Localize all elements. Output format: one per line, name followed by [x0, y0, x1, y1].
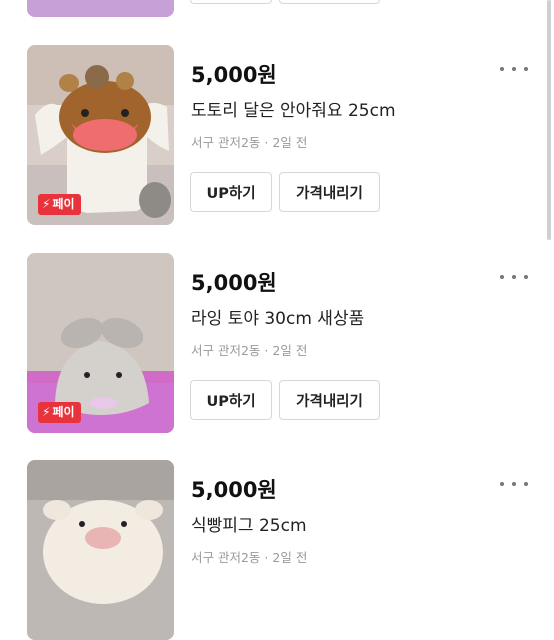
- lightning-bolt-icon: ⚡: [42, 405, 51, 419]
- listing-price: 5,000원: [191, 271, 277, 295]
- meta-separator: ·: [264, 135, 269, 150]
- listing-list: ⚡ 페이 5,000원 도토리 달은 안아줘요 25cm 서구 관저2동 · 2…: [0, 0, 554, 640]
- scrollbar[interactable]: [547, 0, 551, 240]
- meta-separator: ·: [264, 343, 269, 358]
- listing-title[interactable]: 식빵피그 25cm: [191, 511, 307, 536]
- listing-location: 서구 관저2동: [191, 343, 261, 358]
- listing-price: 5,000원: [191, 478, 277, 502]
- price-down-button[interactable]: 가격내리기: [279, 380, 380, 420]
- pay-badge-label: 페이: [52, 405, 75, 419]
- listing-meta: 서구 관저2동 · 2일 전: [191, 132, 307, 151]
- listing-location: 서구 관저2동: [191, 550, 261, 565]
- up-button[interactable]: [190, 0, 272, 4]
- up-button[interactable]: UP하기: [190, 172, 272, 212]
- price-down-button[interactable]: [279, 0, 380, 4]
- more-options-icon[interactable]: [500, 267, 528, 287]
- listing-thumbnail[interactable]: [27, 460, 174, 640]
- more-options-icon[interactable]: [500, 59, 528, 79]
- listing-thumbnail[interactable]: ⚡ 페이: [27, 253, 174, 433]
- price-down-button[interactable]: 가격내리기: [279, 172, 380, 212]
- listing-location: 서구 관저2동: [191, 135, 261, 150]
- lightning-bolt-icon: ⚡: [42, 197, 51, 211]
- pay-badge: ⚡ 페이: [38, 402, 81, 423]
- listing-time: 2일 전: [272, 343, 308, 358]
- listing-thumbnail[interactable]: ⚡ 페이: [27, 45, 174, 225]
- listing-title[interactable]: 도토리 달은 안아줘요 25cm: [191, 96, 396, 121]
- listing-thumbnail[interactable]: [27, 0, 174, 17]
- listing-title[interactable]: 라잉 토야 30cm 새상품: [191, 304, 364, 329]
- listing-price: 5,000원: [191, 63, 277, 87]
- up-button[interactable]: UP하기: [190, 380, 272, 420]
- listing-meta: 서구 관저2동 · 2일 전: [191, 547, 307, 566]
- listing-time: 2일 전: [272, 550, 308, 565]
- listing-meta: 서구 관저2동 · 2일 전: [191, 340, 307, 359]
- more-options-icon[interactable]: [500, 474, 528, 494]
- meta-separator: ·: [264, 550, 269, 565]
- listing-time: 2일 전: [272, 135, 308, 150]
- pay-badge-label: 페이: [52, 197, 75, 211]
- pay-badge: ⚡ 페이: [38, 194, 81, 215]
